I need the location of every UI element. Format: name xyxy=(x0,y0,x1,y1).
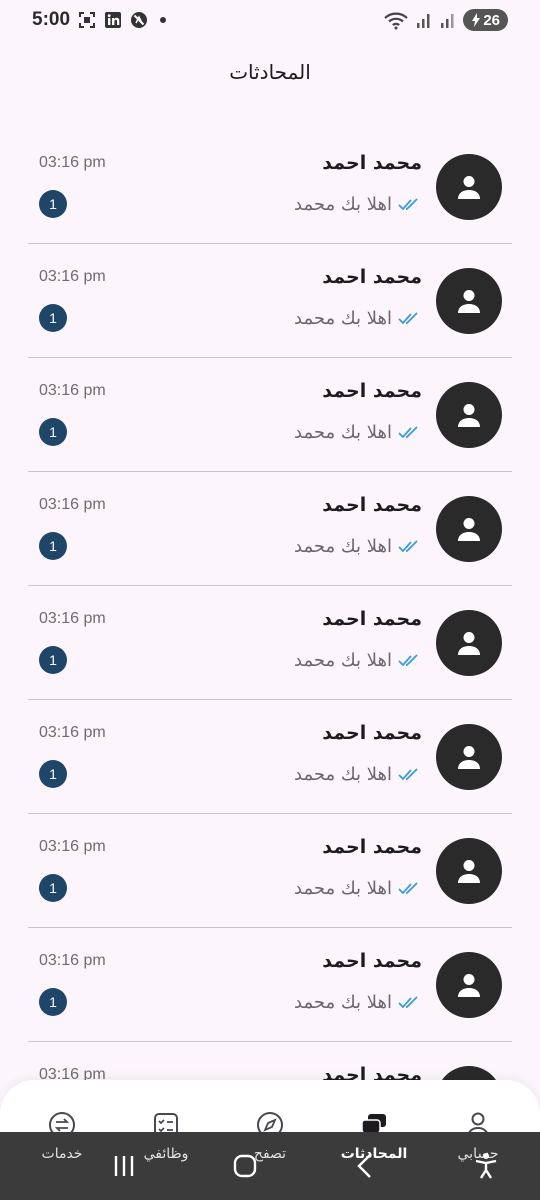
person-icon xyxy=(458,518,480,541)
chat-list-item[interactable]: محمد احمد 03:16 pm اهلا بك محمد 1 xyxy=(28,814,512,928)
person-icon xyxy=(458,746,480,769)
contact-name: محمد احمد xyxy=(322,722,422,744)
message-preview: اهلا بك محمد xyxy=(294,194,422,215)
contact-name: محمد احمد xyxy=(322,380,422,402)
page-title: المحادثات xyxy=(229,60,311,84)
contact-name: محمد احمد xyxy=(322,152,422,174)
last-message: اهلا بك محمد xyxy=(294,422,392,443)
message-time: 03:16 pm xyxy=(39,382,106,399)
status-left: 5:00 xyxy=(32,9,167,31)
message-preview: اهلا بك محمد xyxy=(294,308,422,329)
person-icon xyxy=(458,860,480,883)
wifi-icon xyxy=(383,11,409,30)
person-icon xyxy=(458,632,480,655)
message-time: 03:16 pm xyxy=(39,838,106,855)
message-time: 03:16 pm xyxy=(39,268,106,285)
avatar xyxy=(436,952,502,1018)
message-time: 03:16 pm xyxy=(39,496,106,513)
double-check-icon xyxy=(398,653,422,669)
battery-level: 26 xyxy=(483,11,500,29)
avatar xyxy=(436,154,502,220)
double-check-icon xyxy=(398,425,422,441)
home-button[interactable] xyxy=(225,1146,265,1186)
person-icon xyxy=(458,176,480,199)
message-time: 03:16 pm xyxy=(39,610,106,627)
double-check-icon xyxy=(398,539,422,555)
message-preview: اهلا بك محمد xyxy=(294,536,422,557)
message-preview: اهلا بك محمد xyxy=(294,992,422,1013)
contact-name: محمد احمد xyxy=(322,608,422,630)
last-message: اهلا بك محمد xyxy=(294,992,392,1013)
avatar xyxy=(436,382,502,448)
unread-badge: 1 xyxy=(39,646,67,674)
unread-badge: 1 xyxy=(39,760,67,788)
chat-list-item[interactable]: محمد احمد 03:16 pm اهلا بك محمد 1 xyxy=(28,472,512,586)
back-button[interactable] xyxy=(345,1146,385,1186)
app-header: المحادثات xyxy=(0,52,540,92)
unread-badge: 1 xyxy=(39,874,67,902)
battery-indicator: 26 xyxy=(463,9,508,31)
double-check-icon xyxy=(398,881,422,897)
person-icon xyxy=(458,404,480,427)
status-right: 26 xyxy=(383,9,508,31)
last-message: اهلا بك محمد xyxy=(294,764,392,785)
avatar xyxy=(436,610,502,676)
last-message: اهلا بك محمد xyxy=(294,194,392,215)
last-message: اهلا بك محمد xyxy=(294,650,392,671)
linkedin-icon xyxy=(104,11,122,29)
double-check-icon xyxy=(398,767,422,783)
chat-list: محمد احمد 03:16 pm اهلا بك محمد 1 محمد ا… xyxy=(28,130,512,1156)
double-check-icon xyxy=(398,311,422,327)
double-check-icon xyxy=(398,197,422,213)
notification-dot xyxy=(160,17,167,23)
status-bar: 5:00 26 xyxy=(0,0,540,40)
system-nav-bar xyxy=(0,1132,540,1200)
unread-badge: 1 xyxy=(39,190,67,218)
unread-badge: 1 xyxy=(39,532,67,560)
message-time: 03:16 pm xyxy=(39,154,106,171)
message-preview: اهلا بك محمد xyxy=(294,764,422,785)
avatar xyxy=(436,838,502,904)
accessibility-button[interactable] xyxy=(466,1146,506,1186)
message-preview: اهلا بك محمد xyxy=(294,650,422,671)
battery-charging-icon xyxy=(472,13,481,27)
signal-icon xyxy=(439,11,457,29)
chat-list-item[interactable]: محمد احمد 03:16 pm اهلا بك محمد 1 xyxy=(28,130,512,244)
avatar xyxy=(436,496,502,562)
chat-list-item[interactable]: محمد احمد 03:16 pm اهلا بك محمد 1 xyxy=(28,586,512,700)
contact-name: محمد احمد xyxy=(322,950,422,972)
signal-icon xyxy=(415,11,433,29)
message-time: 03:16 pm xyxy=(39,952,106,969)
no-disturb-icon xyxy=(130,11,148,29)
avatar xyxy=(436,724,502,790)
message-preview: اهلا بك محمد xyxy=(294,422,422,443)
unread-badge: 1 xyxy=(39,418,67,446)
contact-name: محمد احمد xyxy=(322,836,422,858)
avatar xyxy=(436,268,502,334)
unread-badge: 1 xyxy=(39,304,67,332)
contact-name: محمد احمد xyxy=(322,494,422,516)
recent-apps-button[interactable] xyxy=(104,1146,144,1186)
contact-name: محمد احمد xyxy=(322,266,422,288)
unread-badge: 1 xyxy=(39,988,67,1016)
message-preview: اهلا بك محمد xyxy=(294,878,422,899)
person-icon xyxy=(458,974,480,997)
chat-list-item[interactable]: محمد احمد 03:16 pm اهلا بك محمد 1 xyxy=(28,358,512,472)
status-time: 5:00 xyxy=(32,9,71,30)
last-message: اهلا بك محمد xyxy=(294,536,392,557)
double-check-icon xyxy=(398,995,422,1011)
chat-list-item[interactable]: محمد احمد 03:16 pm اهلا بك محمد 1 xyxy=(28,244,512,358)
chat-list-item[interactable]: محمد احمد 03:16 pm اهلا بك محمد 1 xyxy=(28,928,512,1042)
chat-list-item[interactable]: محمد احمد 03:16 pm اهلا بك محمد 1 xyxy=(28,700,512,814)
last-message: اهلا بك محمد xyxy=(294,308,392,329)
last-message: اهلا بك محمد xyxy=(294,878,392,899)
message-time: 03:16 pm xyxy=(39,724,106,741)
screenshot-icon xyxy=(78,11,96,29)
person-icon xyxy=(458,290,480,313)
